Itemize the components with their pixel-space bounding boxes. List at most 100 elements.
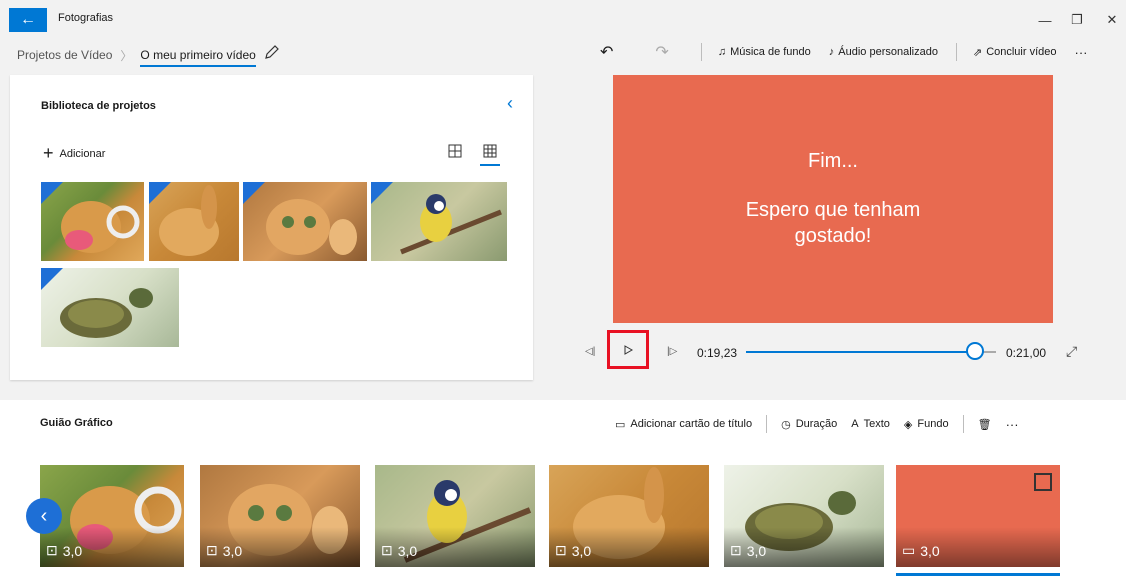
close-button[interactable]: ✕ [1097,8,1126,32]
edit-pencil-icon[interactable] [262,42,282,62]
library-thumb-dog[interactable] [41,182,144,261]
storyboard-title: Guião Gráfico [40,417,113,429]
library-title: Biblioteca de projetos [41,100,156,112]
next-frame-icon[interactable]: |▷ [667,346,677,357]
library-thumb-rabbit[interactable] [149,182,239,261]
text-button[interactable]: A Texto [851,418,890,430]
added-marker-icon [371,182,393,204]
clip-duration-value: 3,0 [746,542,767,559]
scroll-left-button[interactable]: ‹ [26,498,62,534]
play-button[interactable] [607,330,649,369]
preview-text-line1: Fim... [808,149,858,172]
custom-audio-label: Áudio personalizado [838,46,938,58]
background-button[interactable]: ◈ Fundo [904,418,949,431]
clip-duration: ⊡ 3,0 [555,542,591,559]
toolbar-divider [700,43,702,61]
image-icon: ⊡ [206,542,218,558]
storyboard-clip-cat[interactable]: ⊡ 3,0 [200,465,360,567]
title-card-icon: ▭ [902,542,916,558]
storyboard-clip-turtle[interactable]: ⊡ 3,0 [724,465,884,567]
library-thumb-cat[interactable] [243,182,367,261]
preview-text-line2b: gostado! [794,224,872,247]
app-title: Fotografias [58,12,114,24]
duration-button[interactable]: ◷ Duração [781,418,837,431]
collapse-chevron-icon[interactable]: ‹ [507,93,513,114]
arrow-left-icon: ← [20,11,36,28]
audio-person-icon: ♪ [828,46,835,58]
restore-button[interactable]: ❐ [1062,8,1092,32]
added-marker-icon [41,182,63,204]
title-card-icon: ▭ [615,418,626,431]
image-icon: ⊡ [555,542,567,558]
toolbar-divider [955,43,957,61]
more-options-button[interactable]: ··· [1075,45,1088,60]
text-icon: A [851,418,859,430]
duration-label: Duração [795,418,838,430]
storyboard-divider [766,415,768,433]
clip-duration: ▭ 3,0 [902,542,940,559]
added-marker-icon [243,182,265,204]
clock-icon: ◷ [781,418,791,431]
clip-duration: ⊡ 3,0 [730,542,766,559]
select-checkbox[interactable] [1034,473,1052,491]
minimize-button[interactable]: — [1030,8,1060,32]
storyboard-toolbar: ▭ Adicionar cartão de título ◷ Duração A Te… [615,415,1019,433]
chevron-right-icon: 〉 [120,48,133,63]
large-grid-view-icon[interactable] [446,142,464,160]
storyboard-clip-title-card[interactable]: ▭ 3,0 [896,465,1060,567]
play-icon [624,344,634,355]
plus-icon: + [43,143,54,163]
undo-icon[interactable]: ↶ [600,42,613,62]
library-thumb-turtle[interactable] [41,268,179,347]
add-button[interactable]: + Adicionar [43,143,105,164]
project-library-panel: Biblioteca de projetos ‹ + Adicionar [10,75,533,380]
storyboard-clip-bird[interactable]: ⊡ 3,0 [375,465,535,567]
music-note-icon: ♫ [717,46,727,58]
background-music-label: Música de fundo [730,46,811,58]
small-grid-view-icon[interactable] [480,142,500,166]
storyboard-more-button[interactable]: ··· [1006,417,1019,432]
storyboard-divider [962,415,964,433]
previous-frame-icon[interactable]: ◁| [585,346,595,357]
added-marker-icon [41,268,63,290]
seek-handle[interactable] [965,342,984,360]
clip-duration-value: 3,0 [920,542,940,559]
add-title-card-button[interactable]: ▭ Adicionar cartão de título [615,418,752,431]
finish-video-button[interactable]: ⇗ Concluir vídeo [973,46,1057,59]
delete-button[interactable]: 🗑 [978,418,992,431]
chevron-left-icon: ‹ [40,504,48,527]
clip-duration-value: 3,0 [222,542,243,559]
video-preview: Fim... Espero que tenham gostado! [613,75,1053,323]
selected-clip-indicator [896,573,1060,576]
custom-audio-button[interactable]: ♪ Áudio personalizado [829,46,938,58]
storyboard-clip-rabbit[interactable]: ⊡ 3,0 [549,465,709,567]
preview-text-line2a: Espero que tenham [745,198,921,221]
fullscreen-icon[interactable]: ⤢ [1066,343,1077,360]
paint-bucket-icon: ◈ [903,418,913,431]
text-label: Texto [863,418,890,430]
breadcrumb-current-project: O meu primeiro vídeo [140,48,256,67]
seek-bar-fill [746,351,975,353]
current-time: 0:19,23 [697,346,738,360]
back-button[interactable]: ← [9,8,47,32]
total-time: 0:21,00 [1006,346,1047,360]
clip-duration: ⊡ 3,0 [46,542,82,559]
image-icon: ⊡ [381,542,393,558]
redo-icon[interactable]: ↷ [655,42,668,62]
breadcrumb-projects-link[interactable]: Projetos de Vídeo [17,48,112,62]
clip-duration: ⊡ 3,0 [381,542,417,559]
image-icon: ⊡ [46,542,58,558]
trash-icon: 🗑 [977,418,992,431]
toolbar: ↶ ↷ ♫ Música de fundo ♪ Áudio personalizad… [600,40,1088,64]
image-icon: ⊡ [730,542,742,558]
title-bar [0,0,1126,40]
clip-duration: ⊡ 3,0 [206,542,242,559]
seek-bar[interactable] [746,351,996,353]
clip-duration-value: 3,0 [62,542,83,559]
finish-video-label: Concluir vídeo [986,46,1057,58]
library-thumb-bird[interactable] [371,182,507,261]
clip-duration-value: 3,0 [571,542,592,559]
background-music-button[interactable]: ♫ Música de fundo [718,46,811,58]
clip-duration-value: 3,0 [397,542,418,559]
add-title-card-label: Adicionar cartão de título [630,418,753,430]
